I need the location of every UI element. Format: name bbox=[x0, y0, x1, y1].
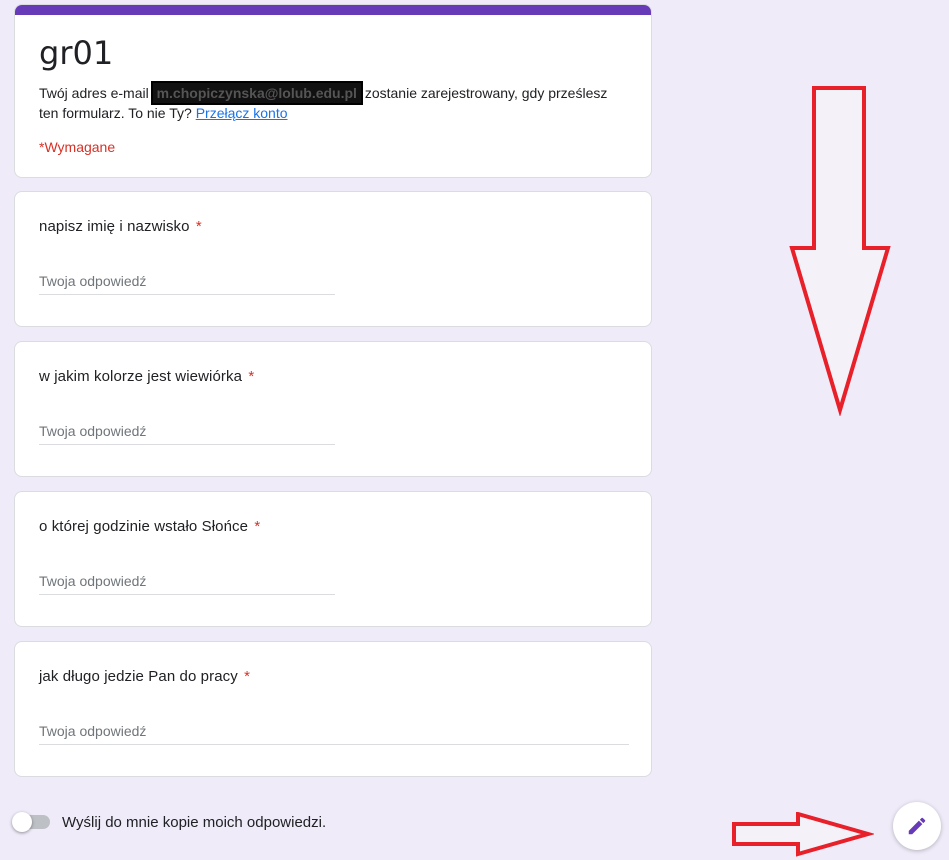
required-star: * bbox=[248, 368, 255, 385]
annotation-arrow-down bbox=[789, 86, 891, 416]
form-title: gr01 bbox=[39, 34, 114, 72]
email-prefix: Twój adres e-mail bbox=[39, 85, 149, 101]
send-copy-row: Wyślij do mnie kopie moich odpowiedzi. bbox=[12, 810, 327, 834]
edit-button[interactable] bbox=[893, 802, 941, 850]
question-label: napisz imię i nazwisko * bbox=[39, 218, 202, 235]
email-info: Twój adres e-mail m.chopiczynska@lolub.e… bbox=[39, 81, 629, 123]
pencil-icon bbox=[908, 817, 926, 835]
question-text: o której godzinie wstało Słońce bbox=[39, 518, 249, 535]
answer-input-name[interactable] bbox=[39, 268, 335, 295]
send-copy-toggle[interactable] bbox=[12, 812, 50, 832]
question-card: o której godzinie wstało Słońce * bbox=[14, 491, 652, 627]
required-star: * bbox=[254, 518, 261, 535]
form-header-card: gr01 Twój adres e-mail m.chopiczynska@lo… bbox=[14, 4, 652, 178]
question-card: napisz imię i nazwisko * bbox=[14, 191, 652, 327]
required-star: * bbox=[195, 218, 202, 235]
email-address-redacted: m.chopiczynska@lolub.edu.pl bbox=[150, 81, 363, 105]
question-text: jak długo jedzie Pan do pracy bbox=[39, 668, 238, 685]
question-text: napisz imię i nazwisko bbox=[39, 218, 190, 235]
question-label: w jakim kolorze jest wiewiórka * bbox=[39, 368, 254, 385]
question-card: w jakim kolorze jest wiewiórka * bbox=[14, 341, 652, 477]
answer-input-commute-time[interactable] bbox=[39, 718, 629, 745]
switch-account-link[interactable]: Przełącz konto bbox=[196, 105, 288, 121]
required-note: *Wymagane bbox=[39, 139, 116, 155]
send-copy-label: Wyślij do mnie kopie moich odpowiedzi. bbox=[62, 813, 327, 831]
annotation-arrow-right bbox=[732, 812, 874, 857]
required-star: * bbox=[244, 668, 251, 685]
question-card: jak długo jedzie Pan do pracy * bbox=[14, 641, 652, 777]
answer-input-squirrel-color[interactable] bbox=[39, 418, 335, 445]
toggle-knob bbox=[12, 812, 32, 832]
answer-input-sunrise-time[interactable] bbox=[39, 568, 335, 595]
question-label: jak długo jedzie Pan do pracy * bbox=[39, 668, 250, 685]
question-text: w jakim kolorze jest wiewiórka bbox=[39, 368, 243, 385]
header-accent-bar bbox=[15, 5, 651, 15]
question-label: o której godzinie wstało Słońce * bbox=[39, 518, 260, 535]
